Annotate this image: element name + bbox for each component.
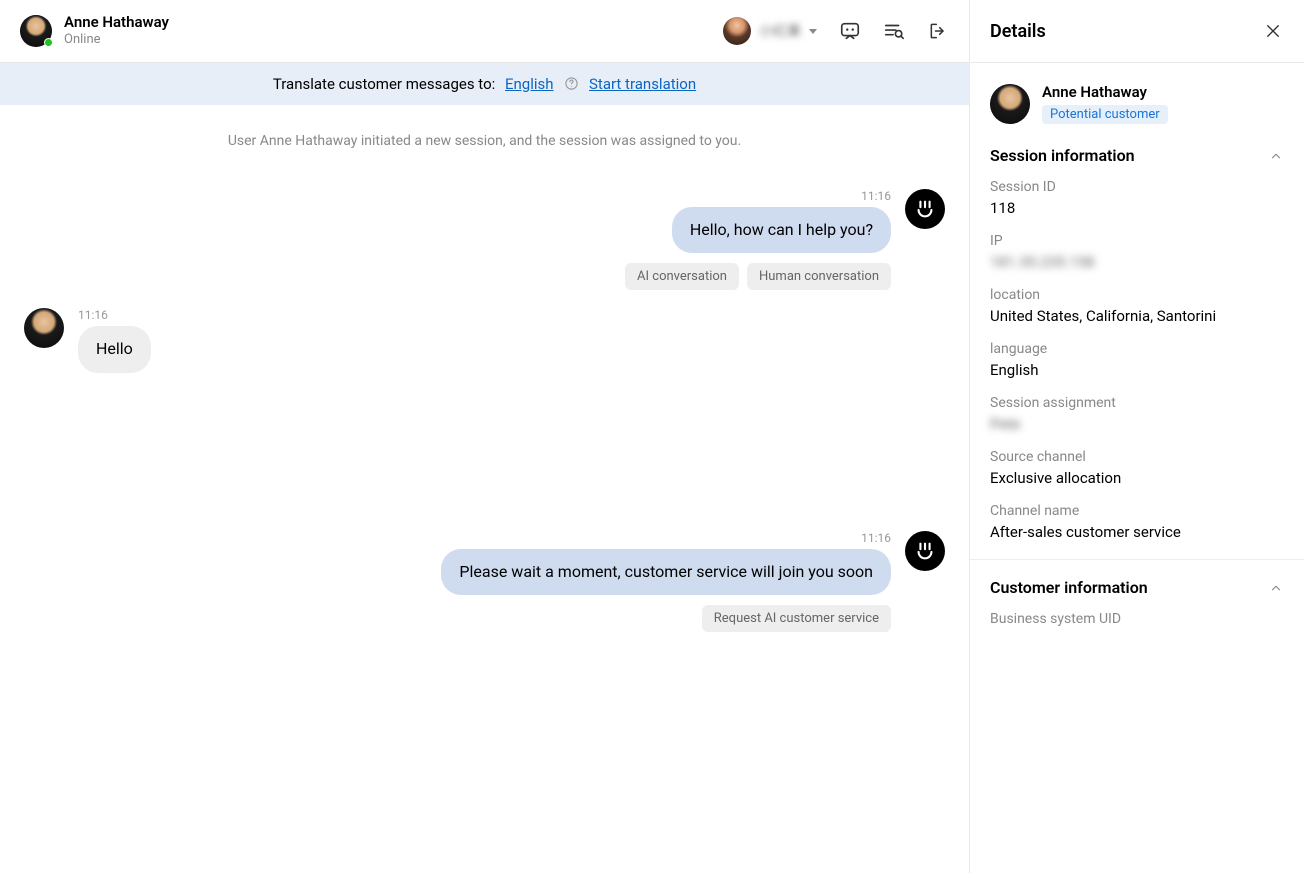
agent-avatar bbox=[723, 17, 751, 45]
exit-session-icon[interactable] bbox=[927, 20, 949, 42]
message-time: 11:16 bbox=[861, 189, 891, 203]
customer-avatar bbox=[20, 15, 52, 47]
search-history-icon[interactable] bbox=[883, 20, 905, 42]
message-time: 11:16 bbox=[861, 531, 891, 545]
chevron-up-icon bbox=[1268, 148, 1284, 164]
online-indicator-icon bbox=[44, 38, 53, 47]
chevron-up-icon bbox=[1268, 580, 1284, 596]
translate-bar: Translate customer messages to: English … bbox=[0, 63, 969, 105]
details-title: Details bbox=[990, 21, 1046, 42]
divider bbox=[970, 559, 1304, 560]
field-label: IP bbox=[990, 233, 1284, 249]
field-label: Session ID bbox=[990, 179, 1284, 195]
details-header: Details bbox=[970, 0, 1304, 63]
field-value-session-id: 118 bbox=[990, 199, 1284, 217]
field-label: location bbox=[990, 287, 1284, 303]
chat-main: Anne Hathaway Online 小红果 bbox=[0, 0, 969, 873]
field-label: Source channel bbox=[990, 449, 1284, 465]
customer-info-title: Customer information bbox=[990, 578, 1148, 597]
chat-header: Anne Hathaway Online 小红果 bbox=[0, 0, 969, 63]
customer-info-toggle[interactable]: Customer information bbox=[990, 578, 1284, 597]
message-bubble: Hello bbox=[78, 326, 151, 372]
customer-avatar-small bbox=[24, 308, 64, 348]
customer-summary: Anne Hathaway Potential customer bbox=[990, 83, 1284, 124]
field-value-channel: After-sales customer service bbox=[990, 523, 1284, 541]
session-info-title: Session information bbox=[990, 146, 1135, 165]
system-message: User Anne Hathaway initiated a new sessi… bbox=[24, 133, 945, 149]
field-label: language bbox=[990, 341, 1284, 357]
customer-avatar-large bbox=[990, 84, 1030, 124]
transfer-agent-selector[interactable]: 小红果 bbox=[723, 17, 817, 45]
tag-request-ai[interactable]: Request AI customer service bbox=[702, 605, 891, 632]
detail-customer-name: Anne Hathaway bbox=[1042, 83, 1147, 101]
field-label: Channel name bbox=[990, 503, 1284, 519]
bot-avatar-icon bbox=[905, 189, 945, 229]
header-customer-block: Anne Hathaway Online bbox=[20, 13, 169, 49]
message-bubble: Please wait a moment, customer service w… bbox=[441, 549, 891, 595]
chat-messages[interactable]: User Anne Hathaway initiated a new sessi… bbox=[0, 105, 969, 873]
message-agent: 11:16 Hello, how can I help you? AI conv… bbox=[24, 189, 945, 290]
message-time: 11:16 bbox=[78, 308, 108, 322]
transfer-agent-name: 小红果 bbox=[759, 21, 801, 41]
potential-customer-badge: Potential customer bbox=[1042, 105, 1168, 124]
field-value-language: English bbox=[990, 361, 1284, 379]
translate-language-link[interactable]: English bbox=[505, 75, 554, 93]
customer-status: Online bbox=[64, 32, 169, 49]
tag-ai-conversation[interactable]: AI conversation bbox=[625, 263, 739, 290]
details-panel: Details Anne Hathaway Potential customer… bbox=[969, 0, 1304, 873]
message-bubble: Hello, how can I help you? bbox=[672, 207, 891, 253]
field-value-assignment: Pete bbox=[990, 415, 1284, 433]
details-body[interactable]: Anne Hathaway Potential customer Session… bbox=[970, 63, 1304, 873]
session-info-toggle[interactable]: Session information bbox=[990, 146, 1284, 165]
field-label-uid: Business system UID bbox=[990, 611, 1284, 627]
bot-avatar-icon bbox=[905, 531, 945, 571]
chevron-down-icon bbox=[809, 29, 817, 34]
field-value-location: United States, California, Santorini bbox=[990, 307, 1284, 325]
message-agent: 11:16 Please wait a moment, customer ser… bbox=[24, 531, 945, 632]
help-icon[interactable] bbox=[563, 76, 579, 92]
tag-human-conversation[interactable]: Human conversation bbox=[747, 263, 891, 290]
close-icon[interactable] bbox=[1262, 20, 1284, 42]
quick-reply-icon[interactable] bbox=[839, 20, 861, 42]
field-value-ip: 181.35.235.158 bbox=[990, 253, 1284, 271]
message-customer: 11:16 Hello bbox=[24, 308, 945, 372]
start-translation-link[interactable]: Start translation bbox=[589, 75, 696, 93]
customer-name: Anne Hathaway bbox=[64, 13, 169, 33]
translate-label: Translate customer messages to: bbox=[273, 75, 495, 93]
field-value-source: Exclusive allocation bbox=[990, 469, 1284, 487]
field-label: Session assignment bbox=[990, 395, 1284, 411]
